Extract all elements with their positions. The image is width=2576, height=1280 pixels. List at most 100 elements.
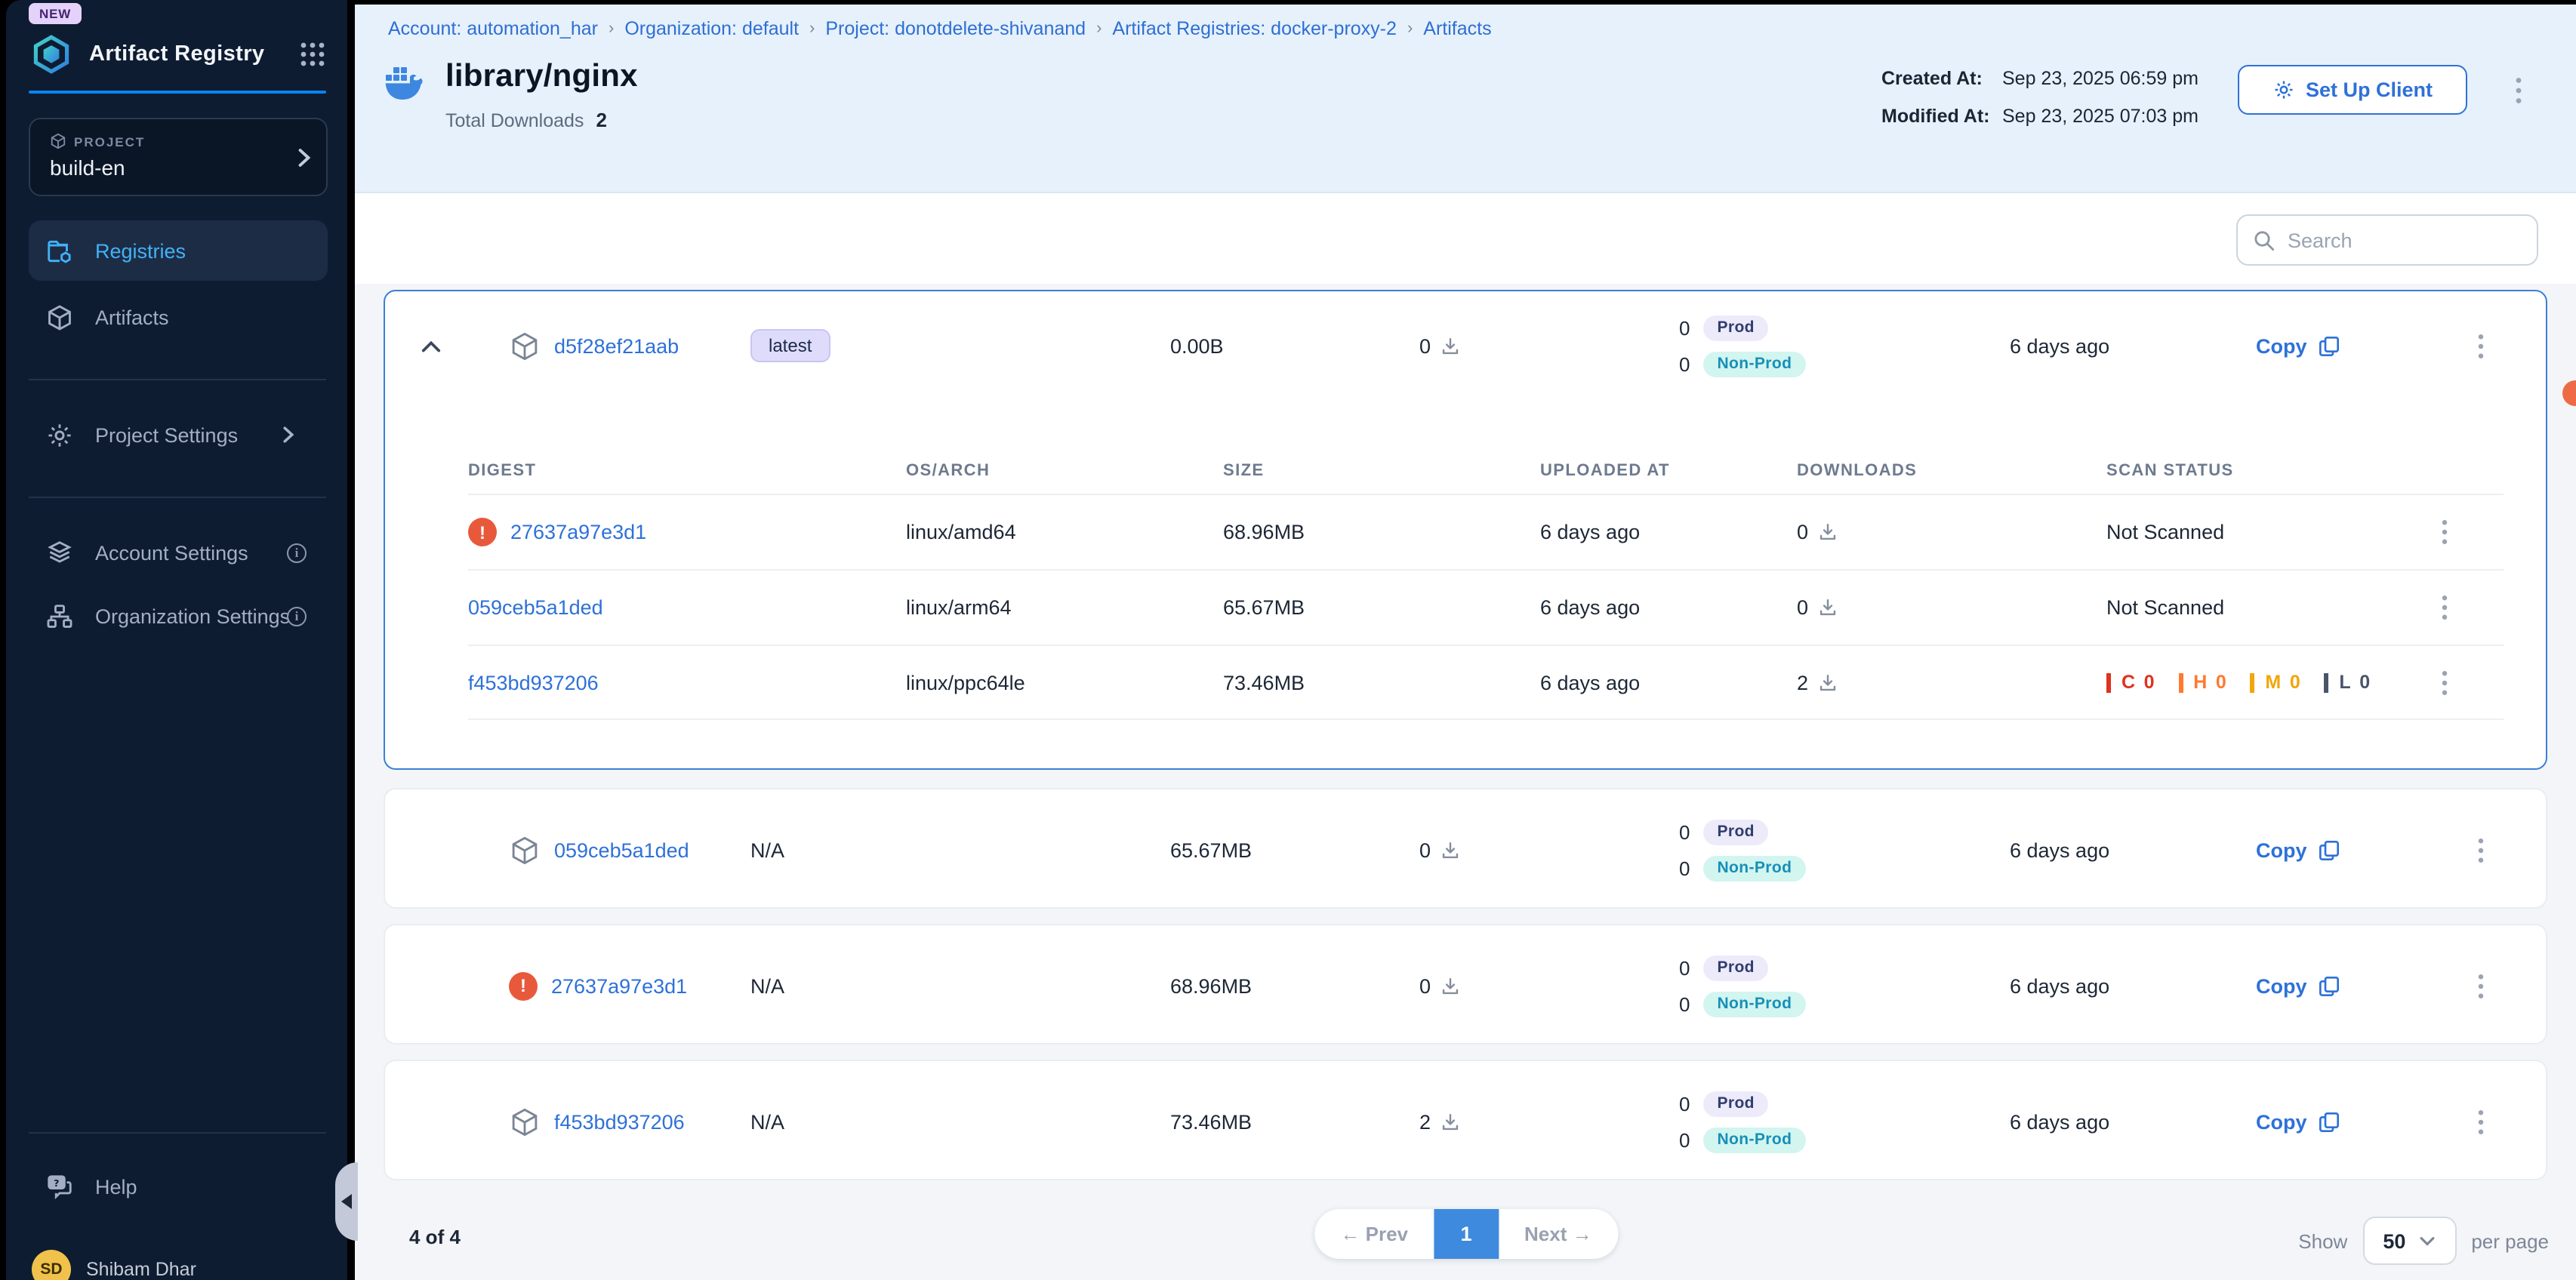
artifacts-cube-icon bbox=[45, 303, 74, 331]
pagination-footer: 4 of 4 ← Prev 1 Next → Show 50 per page bbox=[384, 1205, 2549, 1274]
next-page-button[interactable]: Next → bbox=[1499, 1209, 1618, 1259]
user-menu[interactable]: SD Shibam Dhar bbox=[32, 1250, 196, 1280]
header-kebab-menu[interactable] bbox=[2507, 74, 2531, 107]
artifact-registry-logo-icon bbox=[32, 35, 71, 74]
screenshot-stage: NEW Artifact Registry bbox=[0, 0, 2576, 1280]
gear-icon bbox=[45, 420, 74, 449]
app-window: NEW Artifact Registry bbox=[0, 0, 2576, 1280]
prod-badge: Prod bbox=[1703, 315, 1767, 340]
total-downloads-value: 2 bbox=[596, 109, 606, 131]
row-kebab-menu[interactable] bbox=[2431, 591, 2455, 624]
set-up-client-button[interactable]: Set Up Client bbox=[2238, 65, 2467, 115]
gear-icon bbox=[2272, 78, 2295, 101]
window-top-edge bbox=[355, 0, 2576, 5]
version-modified: 6 days ago bbox=[2010, 838, 2256, 861]
severity-critical: C0 bbox=[2106, 672, 2155, 692]
row-kebab-menu[interactable] bbox=[2469, 329, 2493, 362]
breadcrumb-project[interactable]: Project: donotdelete-shivanand bbox=[825, 18, 1086, 39]
search-input[interactable] bbox=[2288, 229, 2522, 251]
sidebar-item-organization-settings[interactable]: Organization Settings bbox=[29, 586, 328, 646]
row-kebab-menu[interactable] bbox=[2469, 833, 2493, 866]
version-name-link[interactable]: d5f28ef21aab bbox=[554, 334, 679, 357]
digest-downloads-count: 2 bbox=[1797, 671, 1808, 694]
app-grid-icon[interactable] bbox=[299, 41, 326, 68]
digest-link[interactable]: 059ceb5a1ded bbox=[468, 596, 603, 619]
row-kebab-menu[interactable] bbox=[2431, 666, 2455, 699]
project-name: build-en bbox=[50, 155, 125, 180]
chevron-down-icon bbox=[2419, 1235, 2436, 1246]
info-icon[interactable] bbox=[287, 543, 307, 562]
digest-link[interactable]: f453bd937206 bbox=[468, 671, 599, 694]
svg-text:?: ? bbox=[54, 1177, 59, 1188]
sidebar-collapse-handle[interactable] bbox=[335, 1162, 358, 1241]
severity-low: L0 bbox=[2324, 672, 2371, 692]
project-selector[interactable]: PROJECT build-en bbox=[29, 118, 328, 196]
version-name-link[interactable]: 27637a97e3d1 bbox=[551, 974, 687, 997]
version-modified: 6 days ago bbox=[2010, 334, 2256, 357]
chevron-left-icon bbox=[341, 1194, 352, 1209]
sidebar-item-label: Project Settings bbox=[95, 423, 238, 446]
sidebar-item-account-settings[interactable]: Account Settings bbox=[29, 522, 328, 583]
copy-button[interactable]: Copy bbox=[2256, 974, 2469, 997]
sidebar-item-artifacts[interactable]: Artifacts bbox=[29, 287, 328, 347]
info-icon[interactable] bbox=[287, 606, 307, 626]
app-title: Artifact Registry bbox=[89, 42, 299, 66]
version-downloads-count: 0 bbox=[1419, 838, 1431, 861]
copy-button[interactable]: Copy bbox=[2256, 1110, 2469, 1133]
version-tag: N/A bbox=[750, 1110, 1170, 1133]
digest-os-arch: linux/ppc64le bbox=[906, 671, 1223, 694]
version-row: d5f28ef21aab latest 0.00B 0 0 Prod bbox=[385, 297, 2546, 394]
page-title: library/nginx bbox=[445, 59, 638, 95]
package-cube-icon bbox=[509, 330, 541, 362]
registries-icon bbox=[45, 236, 74, 265]
sidebar-divider bbox=[29, 497, 326, 498]
download-icon bbox=[1440, 840, 1459, 860]
show-label: Show bbox=[2298, 1229, 2347, 1252]
version-card: 27637a97e3d1 N/A 68.96MB 0 0 Prod bbox=[384, 924, 2547, 1045]
breadcrumb-organization[interactable]: Organization: default bbox=[624, 18, 799, 39]
version-size: 68.96MB bbox=[1170, 974, 1419, 997]
current-page-button[interactable]: 1 bbox=[1434, 1209, 1499, 1259]
page-size-value: 50 bbox=[2383, 1229, 2405, 1252]
copy-button[interactable]: Copy bbox=[2256, 838, 2469, 861]
items-count: 4 of 4 bbox=[409, 1226, 461, 1248]
digest-os-arch: linux/amd64 bbox=[906, 521, 1223, 543]
per-page-label: per page bbox=[2471, 1229, 2549, 1252]
page-size-select[interactable]: 50 bbox=[2362, 1217, 2456, 1265]
toolbar bbox=[355, 193, 2576, 284]
row-kebab-menu[interactable] bbox=[2431, 515, 2455, 549]
prev-page-button[interactable]: ← Prev bbox=[1314, 1209, 1434, 1259]
copy-button[interactable]: Copy bbox=[2256, 334, 2469, 357]
prod-count: 0 bbox=[1679, 956, 1690, 979]
copy-icon bbox=[2318, 1110, 2340, 1133]
breadcrumb-artifacts[interactable]: Artifacts bbox=[1423, 18, 1491, 39]
digest-size: 68.96MB bbox=[1223, 521, 1540, 543]
sidebar-item-help[interactable]: ? Help bbox=[29, 1156, 328, 1217]
version-name-link[interactable]: f453bd937206 bbox=[554, 1110, 685, 1133]
chevron-right-icon bbox=[282, 426, 294, 444]
severity-medium: M0 bbox=[2250, 672, 2301, 692]
download-icon bbox=[1817, 598, 1837, 617]
breadcrumb-account[interactable]: Account: automation_har bbox=[388, 18, 598, 39]
breadcrumb-registry[interactable]: Artifact Registries: docker-proxy-2 bbox=[1112, 18, 1397, 39]
new-badge: NEW bbox=[29, 3, 82, 24]
row-kebab-menu[interactable] bbox=[2469, 969, 2493, 1002]
created-at-label: Created At: bbox=[1881, 68, 2002, 89]
version-name-link[interactable]: 059ceb5a1ded bbox=[554, 838, 689, 861]
sidebar-item-project-settings[interactable]: Project Settings bbox=[29, 405, 328, 465]
nonprod-badge: Non-Prod bbox=[1703, 855, 1805, 881]
package-cube-icon bbox=[509, 834, 541, 866]
breadcrumb-separator: › bbox=[809, 20, 815, 38]
row-kebab-menu[interactable] bbox=[2469, 1105, 2493, 1138]
digest-size: 73.46MB bbox=[1223, 671, 1540, 694]
chevron-right-icon bbox=[297, 148, 311, 168]
version-tag-badge: latest bbox=[750, 329, 830, 362]
digest-link[interactable]: 27637a97e3d1 bbox=[510, 521, 646, 543]
version-downloads-count: 0 bbox=[1419, 974, 1431, 997]
chevron-up-icon[interactable] bbox=[385, 339, 476, 352]
version-tag: N/A bbox=[750, 974, 1170, 997]
sidebar-item-label: Help bbox=[95, 1175, 137, 1198]
sidebar-item-registries[interactable]: Registries bbox=[29, 220, 328, 281]
page-header: Account: automation_har › Organization: … bbox=[355, 5, 2576, 193]
sidebar: NEW Artifact Registry bbox=[6, 0, 347, 1280]
